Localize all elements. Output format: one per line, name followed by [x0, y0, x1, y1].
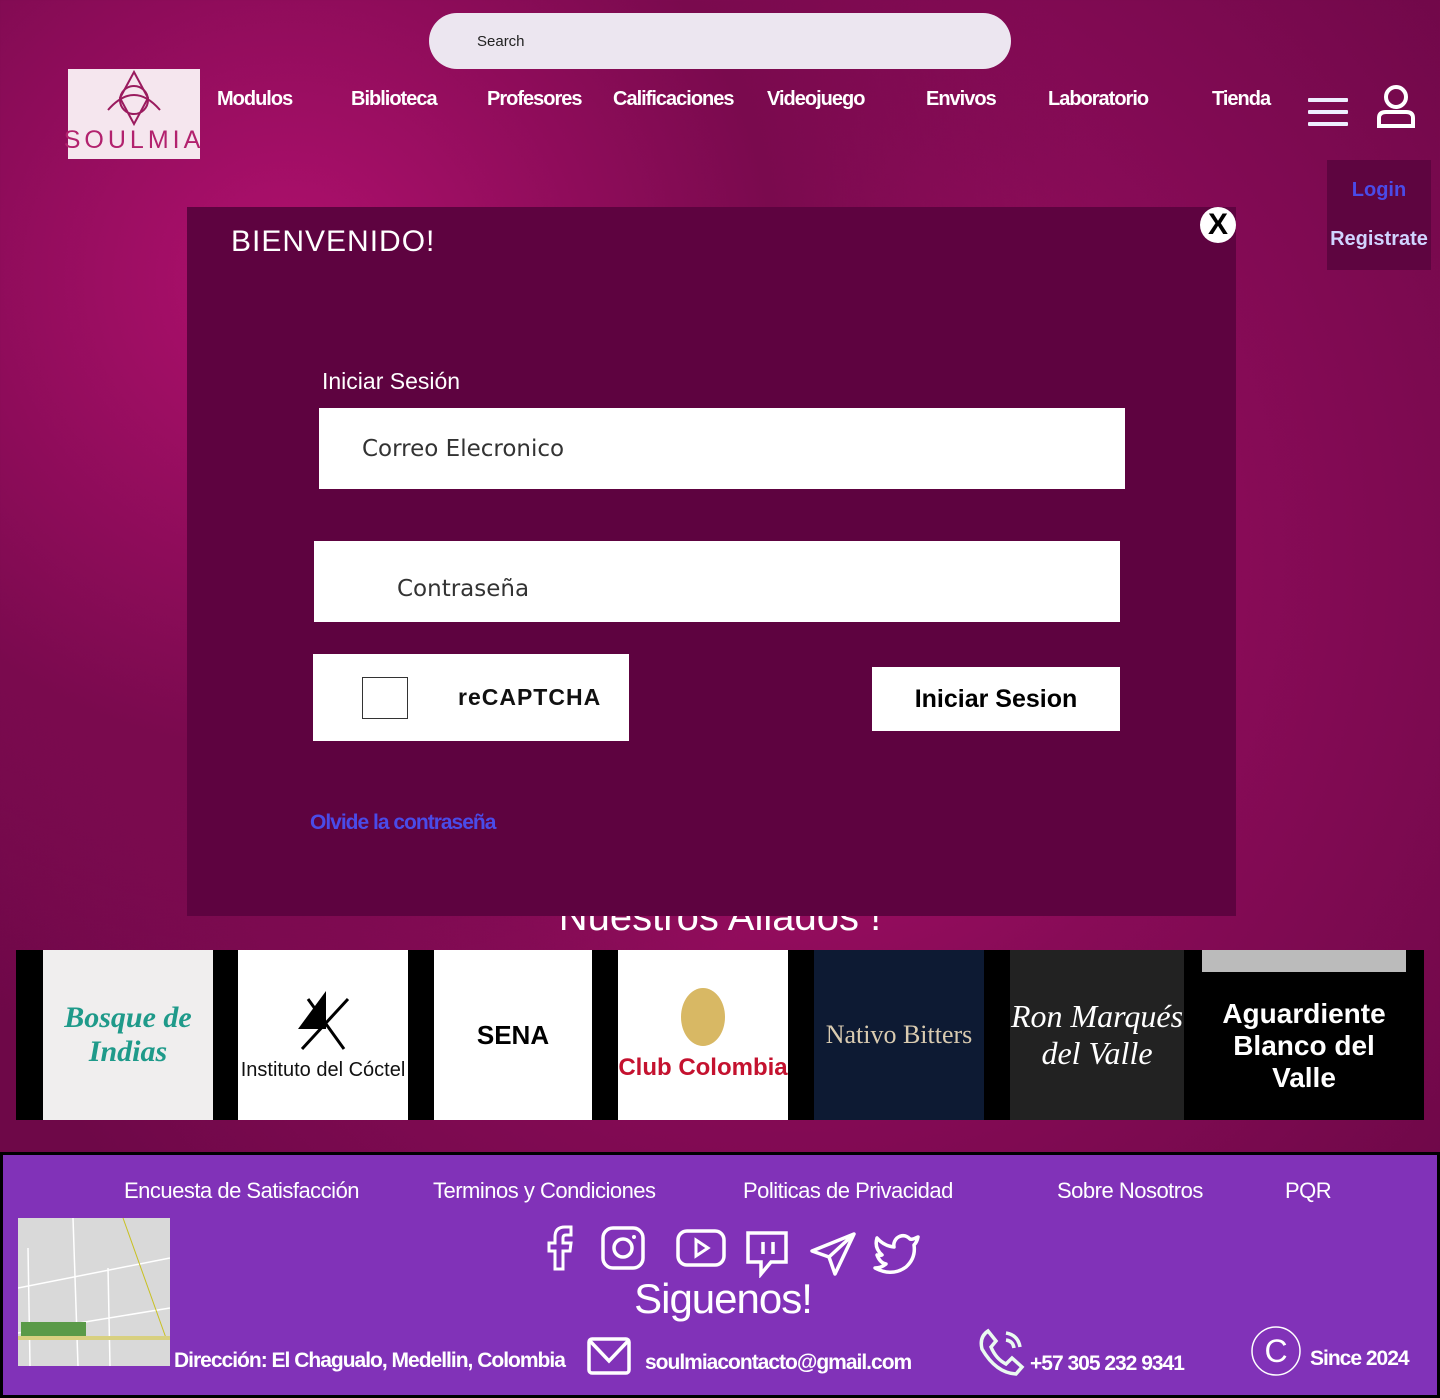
- hamburger-menu-icon[interactable]: [1308, 98, 1348, 126]
- email-field[interactable]: [319, 408, 1125, 489]
- phone-text: +57 305 232 9341: [1030, 1352, 1185, 1375]
- telegram-icon[interactable]: [809, 1231, 857, 1277]
- logo-emblem-icon: [107, 70, 161, 126]
- login-subtitle: Iniciar Sesión: [322, 368, 461, 394]
- ally-logo-blanco-del-valle[interactable]: Aguardiente Blanco del Valle: [1202, 950, 1406, 1120]
- ally-logo-nativo-bitters[interactable]: Nativo Bitters: [814, 950, 984, 1120]
- ally-logo-ron-marques-del-valle[interactable]: Ron Marqués del Valle: [1010, 950, 1184, 1120]
- ally-name: Instituto del Cóctel: [240, 1058, 406, 1081]
- youtube-icon[interactable]: [676, 1229, 726, 1267]
- facebook-icon[interactable]: [543, 1225, 577, 1271]
- ally-name: Bosque de Indias: [64, 1001, 192, 1068]
- address-text: Dirección: El Chagualo, Medellin, Colomb…: [174, 1349, 566, 1372]
- nav-tienda[interactable]: Tienda: [1212, 88, 1271, 111]
- nav-profesores[interactable]: Profesores: [487, 88, 582, 111]
- logo-text: SOULMIA: [63, 126, 205, 154]
- nav-modulos[interactable]: Modulos: [217, 88, 293, 111]
- allies-carousel: Bosque de Indias Instituto del Cóctel SE…: [16, 950, 1424, 1120]
- ally-logo-sena[interactable]: SENA: [434, 950, 592, 1120]
- modal-title: BIENVENIDO!: [231, 225, 436, 258]
- ally-name: Nativo Bitters: [825, 1020, 973, 1049]
- mail-icon: [587, 1337, 631, 1375]
- user-icon[interactable]: [1376, 84, 1416, 128]
- ally-name: SENA: [476, 1019, 550, 1050]
- search-input[interactable]: [429, 13, 1011, 69]
- footer-link-pqr[interactable]: PQR: [1285, 1178, 1332, 1204]
- footer-link-terminos[interactable]: Terminos y Condiciones: [433, 1178, 656, 1204]
- phone-icon: [979, 1328, 1025, 1376]
- login-link[interactable]: Login: [1352, 179, 1406, 202]
- footer-link-sobre-nosotros[interactable]: Sobre Nosotros: [1057, 1178, 1203, 1204]
- nav-videojuego[interactable]: Videojuego: [767, 88, 865, 111]
- nav-envivos[interactable]: Envivos: [926, 88, 997, 111]
- footer-link-privacidad[interactable]: Politicas de Privacidad: [743, 1178, 953, 1204]
- login-submit-button[interactable]: Iniciar Sesion: [872, 667, 1120, 731]
- soulmia-logo[interactable]: SOULMIA: [64, 69, 200, 159]
- register-link[interactable]: Registrate: [1330, 228, 1428, 251]
- cocktail-icon: [298, 990, 350, 1050]
- ally-name: Club Colombia: [618, 1054, 788, 1081]
- ally-logo-club-colombia[interactable]: Club Colombia: [618, 950, 788, 1120]
- nav-biblioteca[interactable]: Biblioteca: [351, 88, 438, 111]
- password-field[interactable]: [314, 541, 1120, 622]
- nav-laboratorio[interactable]: Laboratorio: [1048, 88, 1149, 111]
- follow-us-heading: Siguenos!: [634, 1275, 813, 1322]
- ally-name: Ron Marqués del Valle: [1010, 998, 1184, 1071]
- ally-logo-bosque-de-indias[interactable]: Bosque de Indias: [43, 950, 213, 1120]
- instagram-icon[interactable]: [600, 1225, 646, 1271]
- footer: Encuesta de Satisfacción Terminos y Cond…: [0, 1152, 1440, 1398]
- ally-logo-instituto-del-coctel[interactable]: Instituto del Cóctel: [238, 950, 408, 1120]
- recaptcha-checkbox[interactable]: [362, 676, 408, 719]
- close-button[interactable]: X: [1200, 207, 1236, 243]
- forgot-password-link[interactable]: Olvide la contraseña: [310, 811, 496, 835]
- login-modal: BIENVENIDO! X Iniciar Sesión reCAPTCHA I…: [187, 207, 1236, 916]
- email-link[interactable]: soulmiacontacto@gmail.com: [645, 1351, 912, 1375]
- since-text: Since 2024: [1310, 1347, 1410, 1370]
- copyright-icon: C: [1251, 1326, 1301, 1376]
- twitter-icon[interactable]: [872, 1231, 922, 1275]
- ally-name: Aguardiente Blanco del Valle: [1222, 998, 1386, 1093]
- svg-text:C: C: [1264, 1333, 1287, 1369]
- recaptcha-widget: reCAPTCHA: [313, 654, 629, 741]
- recaptcha-label: reCAPTCHA: [458, 684, 602, 710]
- auth-dropdown: Login Registrate: [1327, 160, 1431, 270]
- footer-link-encuesta[interactable]: Encuesta de Satisfacción: [124, 1178, 360, 1204]
- nav-calificaciones[interactable]: Calificaciones: [613, 88, 735, 111]
- twitch-icon[interactable]: [745, 1230, 789, 1278]
